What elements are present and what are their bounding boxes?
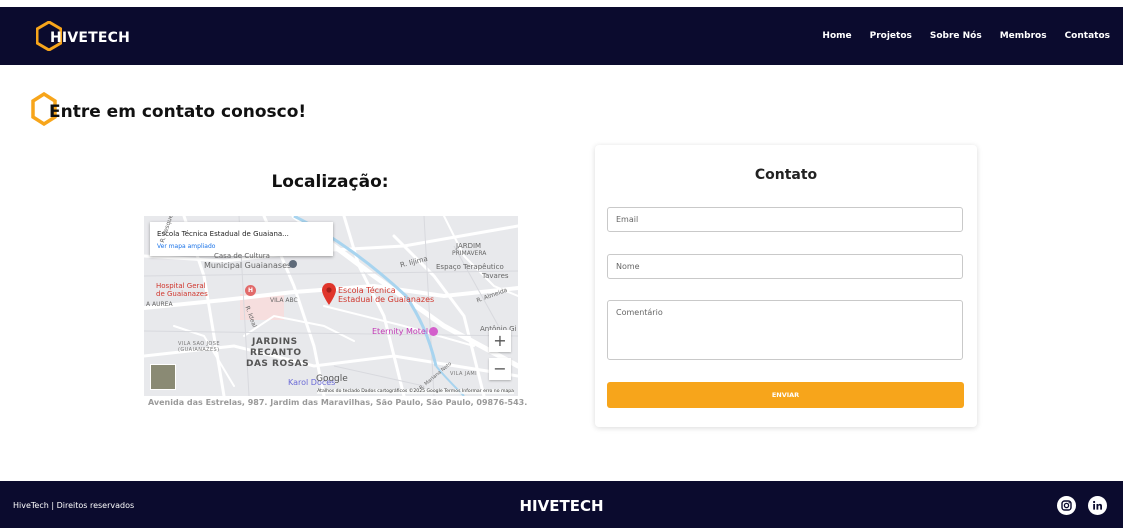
page-title: Entre em contato conosco! (49, 102, 307, 122)
satellite-layer-button[interactable] (150, 364, 176, 390)
footer: HiveTech | Direitos reservados HIVETECH (0, 481, 1123, 528)
linkedin-icon[interactable] (1088, 496, 1107, 515)
map-label-vila-abc: VILA ABC (270, 297, 298, 304)
map-label-hospital-2: de Guaianazes (156, 290, 208, 298)
map-label-jardins: JARDINS (252, 337, 298, 347)
name-placeholder: Nome (616, 262, 640, 271)
footer-brand: HIVETECH (519, 497, 604, 515)
map-card-title: Escola Técnica Estadual de Guaiana... (157, 230, 289, 238)
map-label-jardim-primavera: JARDIM (456, 242, 482, 250)
map-label-recanto: RECANTO (250, 348, 302, 358)
map-label-tavares: Tavares (482, 272, 509, 280)
map-label-escola-2: Estadual de Guaianazes (338, 295, 435, 304)
zoom-in-button[interactable]: + (489, 330, 511, 352)
logo-text: HIVETECH (50, 30, 131, 46)
contact-title: Contato (754, 167, 818, 183)
send-button[interactable]: ENVIAR (607, 382, 964, 408)
nav-projetos[interactable]: Projetos (870, 31, 912, 41)
email-placeholder: Email (616, 215, 639, 224)
map-label-casa-cultura: Casa de Cultura (214, 252, 270, 260)
map-label-espaco: Espaço Terapêutico (436, 263, 504, 271)
nav-home[interactable]: Home (822, 31, 851, 41)
map-label-aurea: A AUREA (146, 301, 173, 308)
map-label-jardim-primavera-2: PRIMAVERA (452, 250, 487, 257)
instagram-glyph-icon (1061, 500, 1072, 511)
nav-contatos[interactable]: Contatos (1065, 31, 1110, 41)
zoom-out-button[interactable]: − (489, 358, 511, 380)
logo[interactable]: HIVETECH (36, 21, 136, 51)
map-label-guaianazes: (GUAIANAZES) (178, 347, 220, 353)
casa-cultura-pin-icon (289, 260, 297, 268)
embedded-map[interactable]: Escola Técnica Estadual de Guaiana... Ve… (144, 216, 518, 396)
hotel-icon (429, 327, 438, 336)
email-field[interactable]: Email (607, 207, 963, 232)
nav-membros[interactable]: Membros (1000, 31, 1047, 41)
location-title: Localização: (271, 172, 389, 192)
map-label-eternity: Eternity Motel (372, 327, 429, 336)
google-logo: Google (316, 374, 348, 384)
map-label-escola: Escola Técnica (338, 286, 396, 295)
linkedin-glyph-icon (1093, 500, 1102, 510)
navbar: HIVETECH Home Projetos Sobre Nós Membros… (0, 7, 1123, 65)
address-text: Avenida das Estrelas, 987. Jardim das Ma… (148, 398, 528, 407)
map-label-casa-cultura-2: Municipal Guaianases (204, 261, 292, 270)
comment-placeholder: Comentário (616, 308, 663, 317)
map-attribution[interactable]: Atalhos do teclado Dados cartográficos ©… (317, 389, 514, 394)
view-larger-map-link[interactable]: Ver mapa ampliado (157, 243, 215, 250)
instagram-icon[interactable] (1057, 496, 1076, 515)
hospital-icon: H (245, 285, 256, 296)
map-label-hospital: Hospital Geral (156, 282, 206, 290)
name-field[interactable]: Nome (607, 254, 963, 279)
map-place-card: Escola Técnica Estadual de Guaiana... Ve… (150, 222, 333, 256)
map-label-das-rosas: DAS ROSAS (246, 359, 310, 369)
map-label-vila-jami: VILA JAMI (450, 371, 478, 377)
contact-card: Contato Email Nome Comentário ENVIAR (595, 145, 977, 427)
comment-field[interactable]: Comentário (607, 300, 963, 360)
map-pin-icon[interactable] (322, 283, 336, 305)
nav-sobre-nos[interactable]: Sobre Nós (930, 31, 982, 41)
nav-menu: Home Projetos Sobre Nós Membros Contatos (822, 31, 1110, 41)
